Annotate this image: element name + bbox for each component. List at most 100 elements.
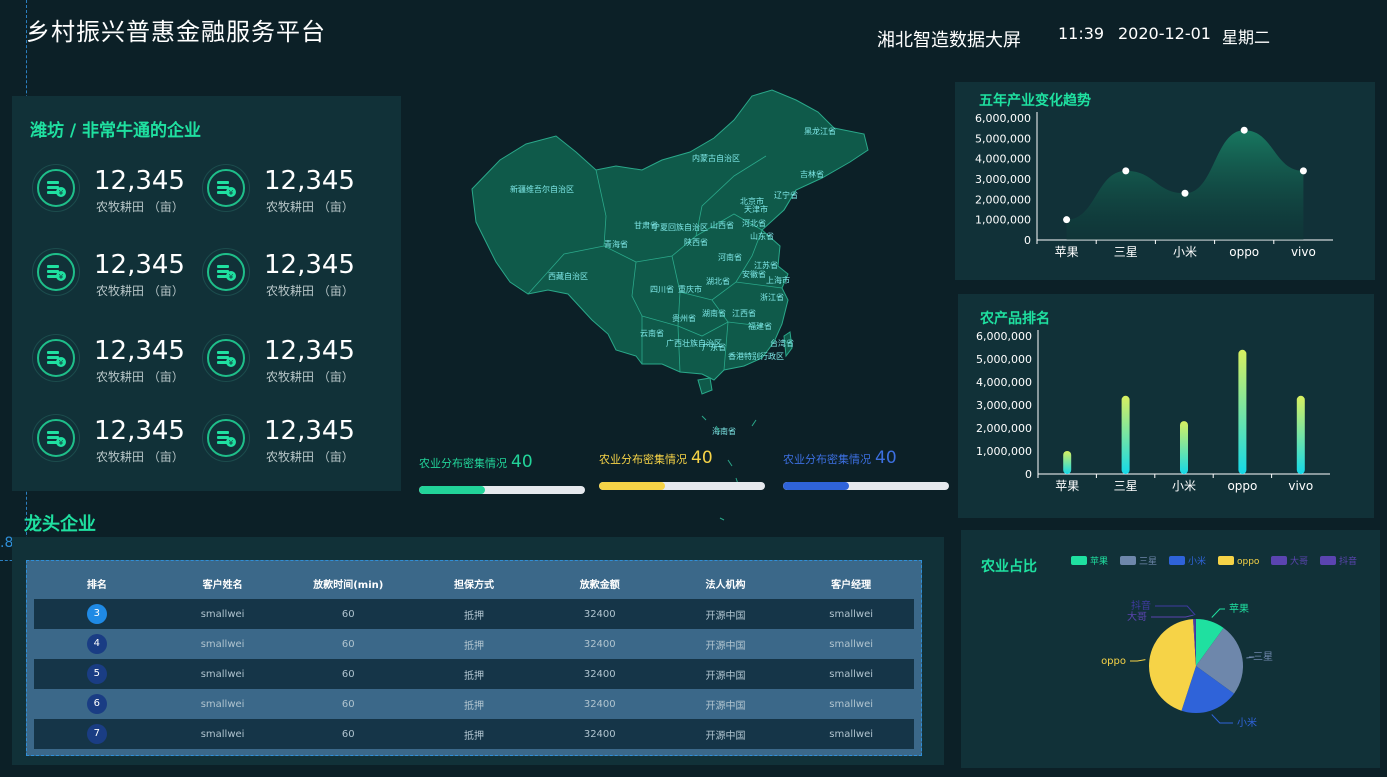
rank-badge: 7 [86, 724, 107, 744]
table-cell-name: smallwei [200, 638, 245, 650]
coin-icon-inner: ¥ [207, 419, 245, 457]
share-chart: 苹果 三星 小米 oppo 大哥 抖音苹果三星小米oppo大哥抖音 [1071, 555, 1357, 729]
stat-value: 12,345 [94, 416, 185, 446]
trend-panel: 五年产业变化趋势 0 1,000,000 2,000,000 3,000,000 4,0… [955, 82, 1375, 280]
coin-icon: ¥ [202, 334, 250, 382]
stat-label: 农牧耕田 （亩） [96, 450, 184, 464]
progress-bar-fill [783, 482, 850, 490]
coin-yen-glyph: ¥ [229, 189, 234, 197]
stat-value: 12,345 [264, 250, 355, 280]
legend-swatch[interactable] [1218, 556, 1234, 565]
table-cell-name: smallwei [200, 698, 245, 710]
rank-chart: 0 1,000,000 2,000,000 3,000,000 4,000,000 5,0… [976, 330, 1330, 493]
stat-card: ¥12,345 农牧耕田 （亩） [32, 334, 202, 394]
stats-panel: 潍坊 / 非常牛通的企业 ¥12,345 农牧耕田 （亩） ¥12,345 农牧耕田 … [12, 96, 401, 491]
table-header-cell: 法人机构 [705, 579, 746, 591]
coin-icon-inner: ¥ [207, 339, 245, 377]
table-row[interactable]: 6 smallwei 60 抵押 32400 开源中国 smallwei [34, 689, 914, 719]
pie-leader-line [1151, 614, 1194, 618]
table-cell-amount: 32400 [583, 698, 616, 710]
coins-glyph-icon: ¥ [47, 431, 66, 447]
stat-label: 农牧耕田 （亩） [266, 284, 354, 298]
table-row[interactable]: 4 smallwei 60 抵押 32400 开源中国 smallwei [34, 629, 914, 659]
coins-glyph-icon: ¥ [217, 351, 236, 367]
stat-label: 农牧耕田 （亩） [96, 200, 184, 214]
legend-label[interactable]: oppo [1237, 557, 1260, 567]
table-cell-name: smallwei [200, 728, 245, 740]
coins-glyph-icon: ¥ [217, 181, 236, 197]
table-row[interactable]: 7 smallwei 60 抵押 32400 开源中国 smallwei [34, 719, 914, 749]
header-date: 2020-12-01 [1118, 24, 1211, 43]
coin-stack-bar [47, 265, 59, 268]
map-province-label: 江苏省 [754, 260, 778, 270]
y-tick-label: 3,000,000 [976, 399, 1032, 412]
stat-label: 农牧耕田 （亩） [266, 200, 354, 214]
legend-label[interactable]: 三星 [1139, 556, 1157, 567]
rank-badge: 4 [86, 634, 107, 654]
y-tick-label: 4,000,000 [975, 153, 1031, 166]
stat-value: 12,345 [94, 250, 185, 280]
legend-swatch[interactable] [1071, 556, 1087, 565]
map-province-label: 上海市 [766, 275, 790, 285]
coin-stack-bar [47, 181, 59, 184]
progress-value: 40 [691, 448, 713, 468]
progress-label-text: 农业分布密集情况 [783, 453, 871, 466]
legend-swatch[interactable] [1120, 556, 1136, 565]
x-tick-label: 三星 [1114, 479, 1138, 493]
table-cell-time: 60 [341, 608, 355, 620]
trend-point [1240, 126, 1248, 134]
table-header-cell: 放款时间(min) [313, 579, 384, 591]
coin-stack-bar [47, 356, 59, 359]
stat-value: 12,345 [264, 416, 355, 446]
legend-label[interactable]: 大哥 [1290, 555, 1308, 567]
table-cell-amount: 32400 [583, 728, 616, 740]
legend-label[interactable]: 苹果 [1090, 555, 1108, 567]
table-cell-manager: smallwei [829, 698, 874, 710]
pie-slice-label: 小米 [1237, 716, 1257, 729]
stat-label: 农牧耕田 （亩） [96, 284, 184, 298]
coins-glyph-icon: ¥ [217, 265, 236, 281]
table-row[interactable]: 3 smallwei 60 抵押 32400 开源中国 smallwei [34, 599, 914, 629]
table-row[interactable]: 5 smallwei 60 抵押 32400 开源中国 smallwei [34, 659, 914, 689]
map-province-label: 青海省 [604, 239, 628, 249]
coin-icon: ¥ [32, 334, 80, 382]
rank-bar [1121, 395, 1130, 474]
y-tick-label: 4,000,000 [976, 376, 1032, 389]
table-cell-name: smallwei [200, 608, 245, 620]
legend-swatch[interactable] [1169, 556, 1185, 565]
leaders-title: 龙头企业 [24, 514, 96, 535]
stat-label: 农牧耕田 （亩） [266, 450, 354, 464]
share-panel: 农业占比 苹果 三星 小米 oppo 大哥 抖音 苹果 三星 小米 oppo 大哥 抖音 [961, 530, 1380, 768]
map-province-label: 湖南省 [702, 308, 726, 318]
map-sea-dash [701, 415, 707, 421]
trend-point [1063, 216, 1071, 224]
map-province-label: 广东省 [702, 342, 726, 352]
coin-stack-bar [217, 436, 229, 439]
y-tick-label: 0 [1025, 468, 1032, 481]
y-tick-label: 2,000,000 [975, 193, 1031, 206]
table-cell-guarantee: 抵押 [464, 670, 485, 682]
legend-label[interactable]: 抖音 [1339, 555, 1357, 567]
coins-glyph-icon: ¥ [217, 431, 236, 447]
y-tick-label: 5,000,000 [976, 353, 1032, 366]
coin-icon: ¥ [202, 414, 250, 462]
x-tick-label: 三星 [1114, 245, 1138, 259]
stat-value: 12,345 [94, 336, 185, 366]
y-tick-label: 5,000,000 [975, 132, 1031, 145]
legend-swatch[interactable] [1320, 556, 1336, 565]
map-sea-dash [719, 517, 725, 521]
coin-icon-inner: ¥ [37, 169, 75, 207]
legend-label[interactable]: 小米 [1188, 555, 1206, 567]
rank-badge: 3 [86, 604, 107, 624]
coin-yen-glyph: ¥ [59, 359, 64, 367]
table-cell-amount: 32400 [583, 668, 616, 680]
brand-label: 湘北智造数据大屏 [877, 30, 1021, 51]
map-province-label: 台湾省 [770, 338, 794, 348]
page-title: 乡村振兴普惠金融服务平台 [26, 18, 326, 46]
map-sea-dash [751, 419, 757, 427]
progress-bar [419, 486, 585, 494]
map-province-label: 辽宁省 [774, 190, 798, 200]
map-province-label: 河北省 [742, 218, 766, 228]
coin-stack-bar [47, 270, 59, 273]
legend-swatch[interactable] [1271, 556, 1287, 565]
